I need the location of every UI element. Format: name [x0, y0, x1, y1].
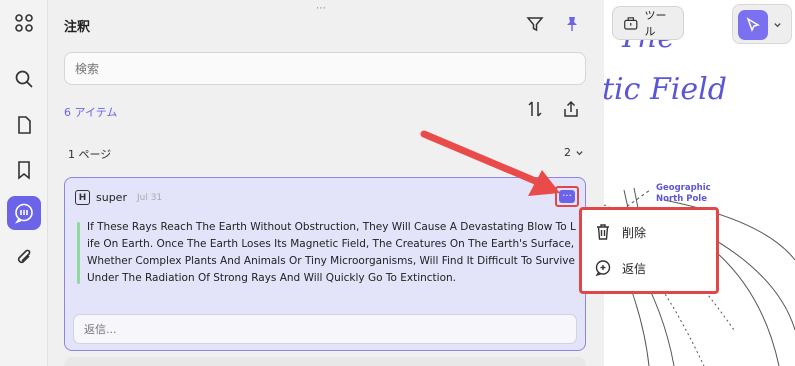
- highlighted-text: If These Rays Reach The Earth Without Ob…: [87, 221, 576, 284]
- menu-item-delete[interactable]: 削除: [594, 222, 646, 242]
- filter-icon: [526, 17, 544, 32]
- share-icon: [564, 100, 578, 117]
- select-tool-button[interactable]: [738, 10, 768, 40]
- menu-delete-label: 削除: [622, 225, 647, 240]
- highlight-type-icon: H: [75, 190, 90, 205]
- comments-button[interactable]: [7, 196, 41, 230]
- trash-icon: [597, 224, 609, 240]
- left-rail: [0, 0, 48, 366]
- bookmark-icon: [18, 161, 30, 180]
- comment-card[interactable]: H super Jul 31 ··· If These Rays Reach T…: [64, 177, 586, 351]
- item-count: 6 アイテム: [64, 106, 118, 119]
- document-view: The tic Field Geographic North Pole ツール: [604, 0, 795, 366]
- page-icon: [18, 116, 31, 134]
- chevron-down-icon: [576, 151, 583, 156]
- more-icon: ···: [562, 190, 572, 202]
- tools-label: ツール: [644, 9, 667, 38]
- reply-icon: [595, 260, 611, 277]
- search-input[interactable]: [64, 52, 586, 85]
- page-group-toggle[interactable]: 2: [564, 146, 584, 159]
- apps-button[interactable]: [7, 6, 41, 40]
- comment-header: H super Jul 31: [75, 190, 162, 205]
- panel-title: 注釈: [64, 20, 91, 35]
- menu-reply-label: 返信: [622, 261, 647, 276]
- attachments-button[interactable]: [7, 240, 41, 274]
- geo-north-label: Geographic North Pole: [656, 183, 711, 204]
- pages-button[interactable]: [7, 108, 41, 142]
- apps-icon: [15, 14, 33, 32]
- quote-bar: [77, 222, 80, 284]
- bookmarks-button[interactable]: [7, 153, 41, 187]
- reply-input[interactable]: [73, 314, 577, 344]
- next-comment-card[interactable]: [64, 357, 586, 366]
- export-button[interactable]: [560, 98, 582, 120]
- chevron-down-icon[interactable]: [773, 20, 782, 29]
- page-group-count: 2: [564, 146, 571, 159]
- comment-date: Jul 31: [136, 192, 163, 203]
- comments-panel: ⋯ 注釈 6 アイテム 1 ページ 2 H super Jul 31: [48, 0, 604, 366]
- comment-context-menu: 削除 返信: [579, 207, 719, 294]
- page-group-label: 1 ページ: [68, 148, 112, 161]
- pin-button[interactable]: [561, 13, 583, 35]
- tools-button[interactable]: ツール: [612, 6, 684, 40]
- app-window: ⋯ 注釈 6 アイテム 1 ページ 2 H super Jul 31: [0, 0, 795, 366]
- filter-button[interactable]: [524, 13, 546, 35]
- comment-icon: [14, 203, 33, 224]
- select-tool-group: [732, 4, 792, 44]
- panel-resize-grip[interactable]: ⋯: [316, 3, 327, 14]
- attachment-icon: [17, 249, 31, 264]
- sort-icon: [528, 101, 542, 117]
- document-heading-line2: tic Field: [604, 72, 727, 107]
- toolbox-icon: [624, 17, 638, 30]
- sort-button[interactable]: [524, 98, 546, 120]
- more-options-button[interactable]: ···: [559, 190, 575, 203]
- search-icon: [15, 70, 33, 88]
- pin-icon: [567, 17, 577, 31]
- menu-item-reply[interactable]: 返信: [594, 258, 646, 278]
- cursor-icon: [746, 17, 760, 32]
- search-button[interactable]: [7, 62, 41, 96]
- comment-author: super: [96, 191, 127, 204]
